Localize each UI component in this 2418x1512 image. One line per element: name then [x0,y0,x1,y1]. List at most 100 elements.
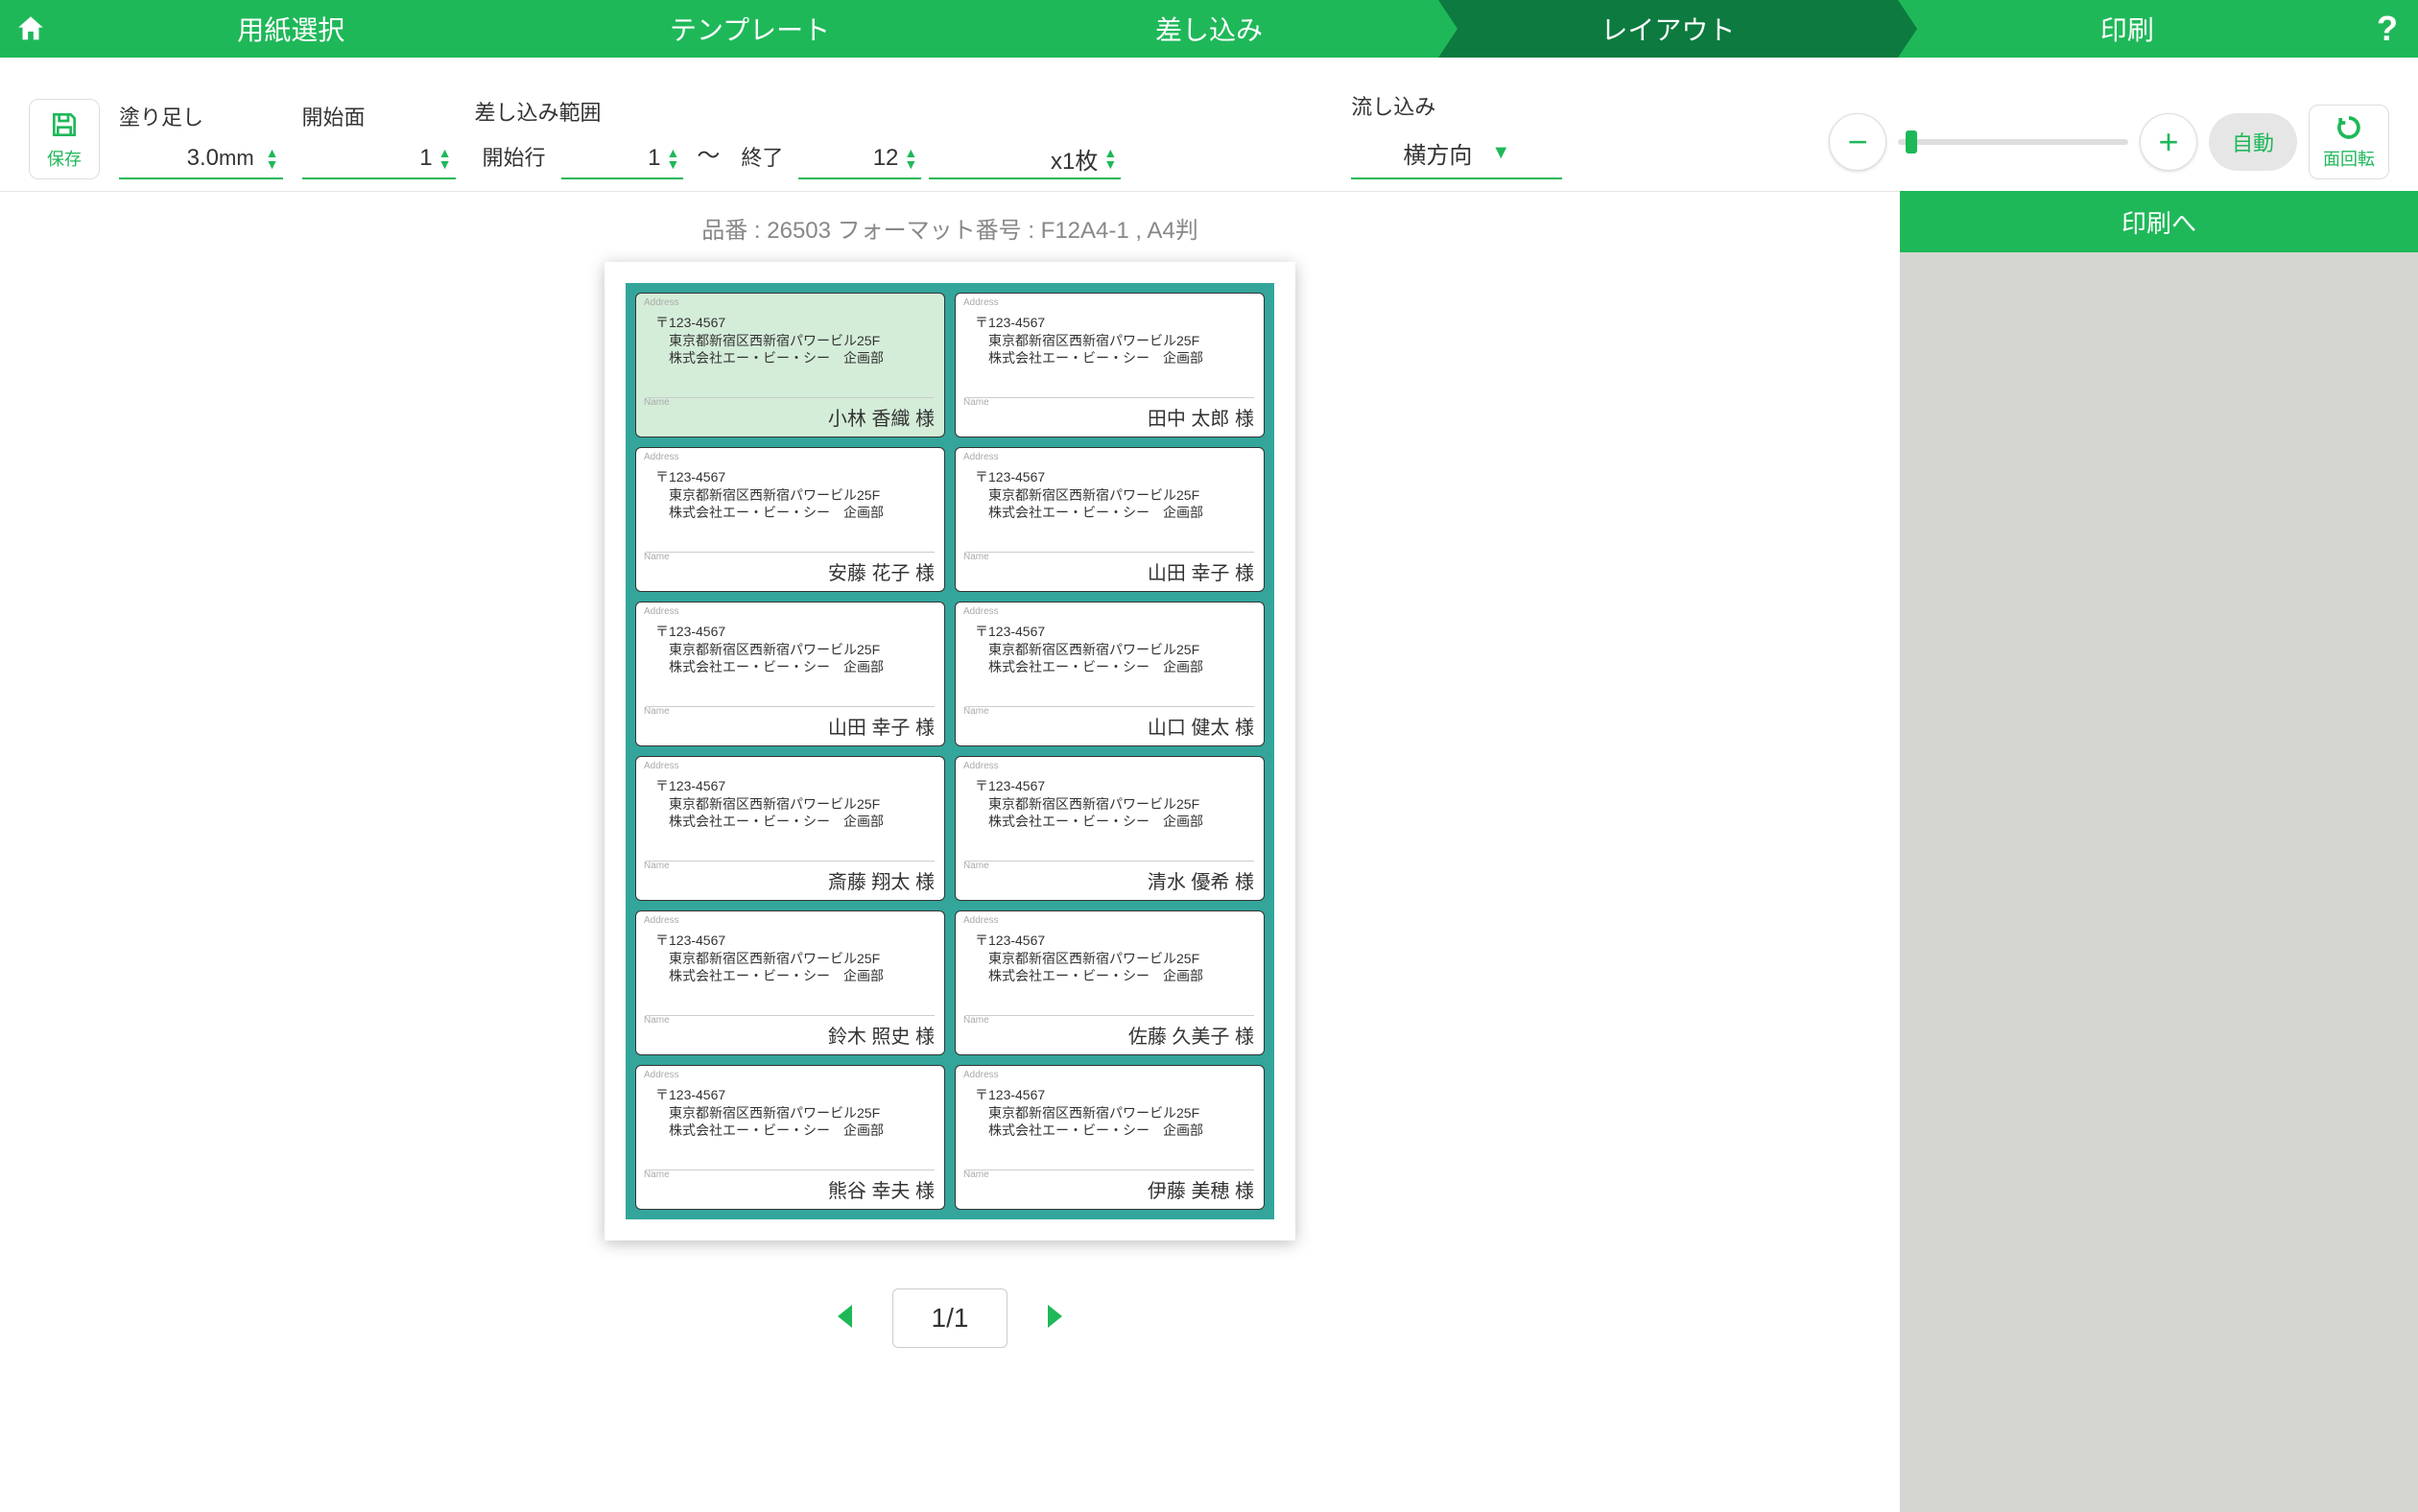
bleed-control: 塗り足し mm ▲▼ [119,101,283,179]
step-label: テンプレート [670,10,830,48]
zoom-out-button[interactable]: − [1829,113,1886,171]
step-label: 差し込み [1155,10,1263,48]
home-button[interactable] [0,0,61,58]
recipient-name: 伊藤 美穂 様 [965,1169,1254,1203]
main-area: 品番 : 26503 フォーマット番号 : F12A4-1 , A4判 Addr… [0,192,2418,1512]
copies-spinner[interactable]: ▲▼ [1103,147,1117,170]
spin-down-icon[interactable]: ▼ [667,158,680,170]
header-steps: 用紙選択 テンプレート 差し込み レイアウト 印刷 ? [0,0,2418,58]
zip: 〒123-4567 [975,313,1254,332]
address-line: 東京都新宿区西新宿パワービル25F [669,950,935,967]
zoom-in-button[interactable]: + [2140,113,2197,171]
address-heading: Address [963,915,999,926]
label-cell[interactable]: Address〒123-4567東京都新宿区西新宿パワービル25F株式会社エー・… [635,1065,945,1210]
range-label: 差し込み範囲 [475,96,1122,127]
page-indicator[interactable]: 1/1 [892,1288,1008,1348]
copies-input[interactable] [1002,145,1098,172]
label-cell[interactable]: Address〒123-4567東京都新宿区西新宿パワービル25F株式会社エー・… [635,447,945,592]
range-end-input[interactable] [802,145,898,172]
range-start-input[interactable] [565,145,661,172]
slider-thumb[interactable] [1906,130,1917,154]
zoom-controls: − + 自動 面回転 [1829,105,2389,179]
page-meta: 品番 : 26503 フォーマット番号 : F12A4-1 , A4判 [701,211,1198,245]
label-cell[interactable]: Address〒123-4567東京都新宿区西新宿パワービル25F株式会社エー・… [955,447,1265,592]
spin-down-icon[interactable]: ▼ [1103,158,1117,170]
label-cell[interactable]: Address〒123-4567東京都新宿区西新宿パワービル25F株式会社エー・… [955,910,1265,1055]
startface-input[interactable] [337,145,433,172]
address-heading: Address [963,606,999,617]
name-heading: Name [963,552,989,562]
range-start-spinner[interactable]: ▲▼ [667,147,680,170]
next-page-button[interactable] [1036,1299,1071,1338]
zip: 〒123-4567 [975,931,1254,950]
label-cell[interactable]: Address〒123-4567東京都新宿区西新宿パワービル25F株式会社エー・… [635,293,945,437]
startface-label: 開始面 [302,101,456,131]
rotate-button[interactable]: 面回転 [2309,105,2389,179]
range-start-label: 開始行 [483,141,546,172]
step-print[interactable]: 印刷 [1898,0,2357,58]
goto-print-button[interactable]: 印刷へ [1900,191,2418,252]
address-line: 株式会社エー・ビー・シー 企画部 [669,1122,935,1139]
recipient-name: 佐藤 久美子 様 [965,1015,1254,1049]
startface-input-wrap[interactable]: ▲▼ [302,141,456,179]
flow-label: 流し込み [1351,90,1562,121]
zip: 〒123-4567 [655,931,935,950]
address-line: 株式会社エー・ビー・シー 企画部 [988,349,1254,366]
zip: 〒123-4567 [655,313,935,332]
label-cell[interactable]: Address〒123-4567東京都新宿区西新宿パワービル25F株式会社エー・… [635,910,945,1055]
zip: 〒123-4567 [975,467,1254,486]
step-template[interactable]: テンプレート [520,0,979,58]
label-cell[interactable]: Address〒123-4567東京都新宿区西新宿パワービル25F株式会社エー・… [955,756,1265,901]
step-merge[interactable]: 差し込み [980,0,1438,58]
save-label: 保存 [47,146,82,171]
address-heading: Address [644,915,679,926]
spin-down-icon[interactable]: ▼ [266,158,279,170]
page-preview[interactable]: Address〒123-4567東京都新宿区西新宿パワービル25F株式会社エー・… [604,262,1295,1240]
label-cell[interactable]: Address〒123-4567東京都新宿区西新宿パワービル25F株式会社エー・… [635,756,945,901]
bleed-input[interactable] [123,145,219,172]
chevron-down-icon: ▼ [1491,142,1510,164]
name-heading: Name [644,861,670,871]
flow-select[interactable]: 横方向 ▼ [1351,130,1562,179]
name-heading: Name [963,397,989,408]
name-heading: Name [644,1015,670,1026]
range-end-wrap[interactable]: ▲▼ [798,141,921,179]
name-heading: Name [963,1169,989,1180]
copies-wrap[interactable]: ▲▼ [929,141,1121,179]
zip: 〒123-4567 [655,467,935,486]
recipient-name: 山田 幸子 様 [965,552,1254,585]
zip: 〒123-4567 [655,622,935,641]
zoom-slider[interactable] [1898,139,2128,145]
side-panel: 印刷へ [1900,192,2418,1512]
address-line: 東京都新宿区西新宿パワービル25F [988,641,1254,658]
range-start-wrap[interactable]: ▲▼ [561,141,684,179]
label-cell[interactable]: Address〒123-4567東京都新宿区西新宿パワービル25F株式会社エー・… [955,602,1265,746]
pager: 1/1 [829,1288,1072,1348]
address-line: 東京都新宿区西新宿パワービル25F [669,1104,935,1122]
home-icon [14,12,47,45]
spin-down-icon[interactable]: ▼ [439,158,452,170]
label-cell[interactable]: Address〒123-4567東京都新宿区西新宿パワービル25F株式会社エー・… [635,602,945,746]
range-end-spinner[interactable]: ▲▼ [904,147,917,170]
address-heading: Address [644,452,679,462]
label-cell[interactable]: Address〒123-4567東京都新宿区西新宿パワービル25F株式会社エー・… [955,293,1265,437]
name-heading: Name [963,861,989,871]
address-heading: Address [644,606,679,617]
step-layout[interactable]: レイアウト [1438,0,1897,58]
recipient-name: 山田 幸子 様 [646,706,935,740]
save-button[interactable]: 保存 [29,99,100,179]
rotate-label: 面回転 [2323,146,2375,171]
prev-page-button[interactable] [829,1299,864,1338]
chevron-right-icon [1036,1299,1071,1334]
address-line: 株式会社エー・ビー・シー 企画部 [988,658,1254,675]
spin-down-icon[interactable]: ▼ [904,158,917,170]
bleed-spinner[interactable]: ▲▼ [266,147,279,170]
address-line: 東京都新宿区西新宿パワービル25F [988,950,1254,967]
label-cell[interactable]: Address〒123-4567東京都新宿区西新宿パワービル25F株式会社エー・… [955,1065,1265,1210]
address-line: 東京都新宿区西新宿パワービル25F [669,641,935,658]
zoom-auto-button[interactable]: 自動 [2209,113,2297,171]
bleed-input-wrap[interactable]: mm ▲▼ [119,141,283,179]
address-heading: Address [644,761,679,771]
step-paper[interactable]: 用紙選択 [61,0,520,58]
startface-spinner[interactable]: ▲▼ [439,147,452,170]
